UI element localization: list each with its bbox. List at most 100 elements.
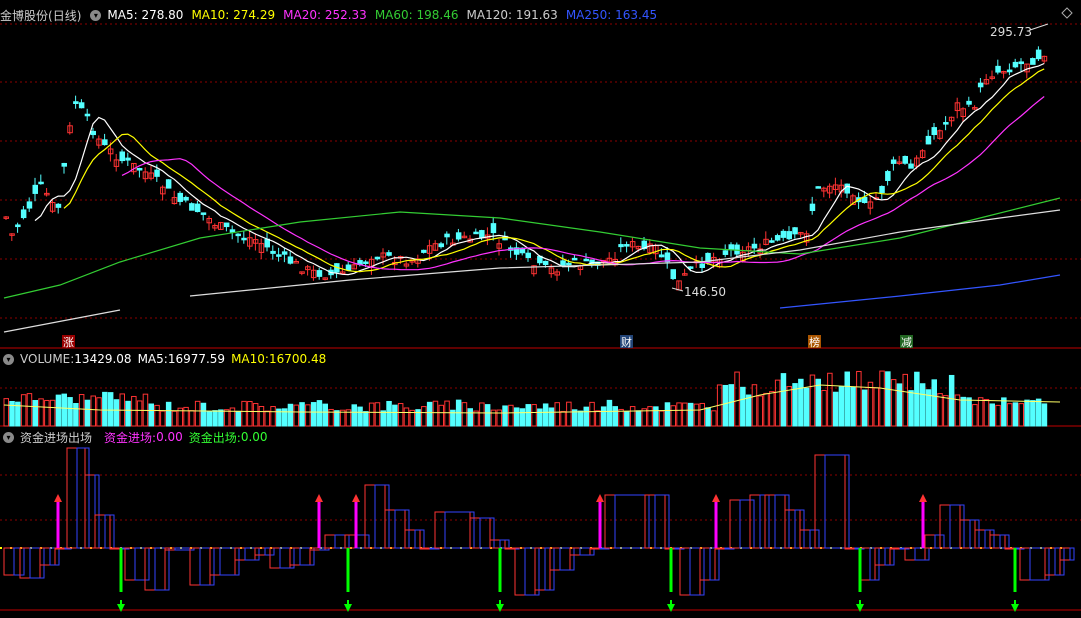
volume-bar bbox=[67, 397, 73, 427]
fund-bar-shadow bbox=[334, 534, 350, 549]
volume-bar bbox=[542, 403, 549, 427]
volume-bar bbox=[902, 373, 908, 427]
volume-bar bbox=[745, 394, 752, 427]
volume-bar bbox=[653, 406, 659, 427]
volume-bar bbox=[438, 404, 444, 427]
candle-body bbox=[136, 167, 143, 171]
fund-bar bbox=[989, 534, 1006, 549]
volume-bar bbox=[548, 407, 555, 427]
candle-body bbox=[194, 203, 201, 213]
volume-bar bbox=[705, 407, 711, 427]
price-high-label: 295.73 bbox=[990, 25, 1032, 39]
candle-body bbox=[223, 222, 230, 228]
volume-bar bbox=[479, 402, 485, 427]
fund-bar bbox=[749, 494, 766, 549]
volume-bar bbox=[502, 405, 508, 427]
volume-bar bbox=[948, 374, 955, 427]
volume-bar bbox=[206, 410, 212, 427]
fund-bar-shadow bbox=[914, 547, 930, 561]
volume-bar bbox=[751, 384, 758, 427]
volume-bar bbox=[160, 410, 166, 427]
volume-bar bbox=[26, 393, 33, 427]
volume-bar bbox=[960, 396, 966, 427]
fund-bar bbox=[784, 509, 801, 549]
candle-body bbox=[73, 101, 79, 104]
volume-bar bbox=[78, 394, 85, 427]
fund-bar bbox=[504, 547, 516, 550]
volume-bar bbox=[844, 371, 850, 427]
volume-bar bbox=[218, 409, 224, 427]
volume-bar bbox=[223, 409, 230, 427]
volume-bar bbox=[212, 410, 218, 427]
fund-bar-shadow bbox=[13, 547, 25, 576]
candle-body bbox=[1006, 69, 1013, 73]
candle-body bbox=[542, 260, 549, 265]
candle-body bbox=[966, 100, 972, 105]
volume-bar bbox=[635, 410, 642, 427]
fund-bar bbox=[3, 547, 21, 576]
fund-bar bbox=[534, 547, 551, 591]
volume-bar bbox=[229, 407, 236, 427]
volume-bar bbox=[519, 408, 526, 427]
volume-bar bbox=[444, 400, 450, 427]
volume-bar bbox=[235, 410, 241, 427]
volume-bar bbox=[322, 403, 328, 427]
volume-bar bbox=[1035, 398, 1042, 427]
volume-bar bbox=[606, 399, 613, 427]
candle-body bbox=[183, 196, 189, 201]
volume-bar bbox=[183, 406, 189, 427]
fund-bar bbox=[974, 529, 991, 549]
volume-bar bbox=[647, 406, 653, 427]
volume-bar bbox=[786, 386, 792, 427]
candle-body bbox=[241, 237, 247, 241]
candle-body bbox=[1012, 61, 1019, 68]
volume-bar bbox=[1012, 402, 1019, 427]
volume-bar bbox=[977, 397, 984, 427]
volume-bar bbox=[125, 400, 131, 427]
volume-bar bbox=[154, 404, 160, 427]
volume-bar bbox=[287, 403, 294, 427]
volume-bar bbox=[1024, 399, 1030, 427]
fund-bar-shadow bbox=[654, 494, 670, 549]
volume-bar bbox=[809, 374, 816, 427]
volume-bar bbox=[618, 408, 624, 427]
fund-bar bbox=[799, 529, 816, 549]
ma-line bbox=[63, 68, 1045, 273]
volume-bar bbox=[583, 406, 589, 427]
volume-bar bbox=[136, 400, 143, 427]
volume-bar bbox=[247, 400, 253, 427]
candle-body bbox=[165, 179, 172, 189]
volume-bar bbox=[734, 371, 740, 427]
candle-body bbox=[421, 249, 427, 253]
volume-bar bbox=[757, 395, 763, 427]
price-high-pointer bbox=[1029, 23, 1049, 31]
volume-bar bbox=[467, 408, 473, 427]
volume-bar bbox=[803, 387, 810, 427]
volume-bar bbox=[432, 400, 439, 427]
candle-body bbox=[780, 230, 787, 238]
volume-bar bbox=[96, 397, 102, 427]
volume-bar bbox=[461, 402, 468, 427]
event-marker-label: 财 bbox=[621, 335, 632, 349]
fund-bar bbox=[404, 529, 421, 549]
stock-chart[interactable]: 295.73 146.50 涨 财 榜 减 bbox=[0, 0, 1081, 618]
fund-bar-shadow bbox=[94, 474, 100, 549]
volume-bar bbox=[513, 407, 520, 427]
volume-bar bbox=[496, 409, 502, 427]
volume-bar bbox=[676, 402, 682, 427]
volume-bar bbox=[699, 402, 705, 427]
volume-bar bbox=[305, 404, 311, 427]
fund-bar-shadow bbox=[76, 447, 90, 549]
volume-bar bbox=[107, 392, 114, 427]
candle-body bbox=[925, 135, 932, 145]
fund-bar-shadow bbox=[1069, 547, 1075, 561]
volume-bar bbox=[914, 371, 920, 427]
volume-bar bbox=[995, 404, 1001, 427]
volume-bar bbox=[32, 400, 38, 427]
volume-bar bbox=[566, 401, 572, 427]
candle-body bbox=[270, 250, 276, 254]
volume-bar bbox=[827, 372, 833, 427]
volume-bar bbox=[20, 394, 27, 427]
volume-bar bbox=[363, 411, 369, 427]
fund-in-arrow bbox=[919, 494, 927, 502]
